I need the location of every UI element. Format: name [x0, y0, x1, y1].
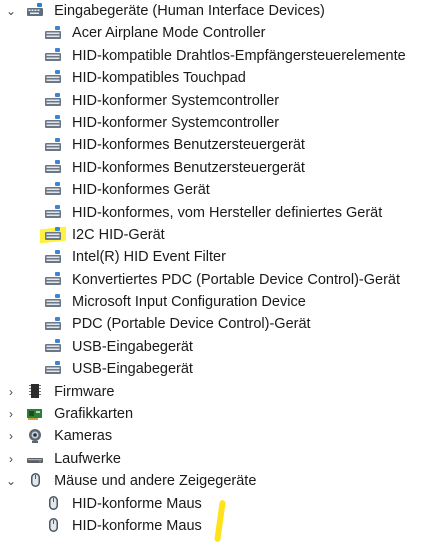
firmware-chip-icon [26, 383, 44, 399]
collapse-arrow-icon[interactable]: › [4, 425, 18, 447]
hid-device-icon [44, 47, 62, 63]
hid-device-icon [44, 159, 62, 175]
disk-drive-icon [26, 450, 44, 466]
category-disk-drives[interactable]: › Laufwerke [0, 448, 442, 470]
device-label: HID-konformer Systemcontroller [72, 92, 280, 109]
device-label: HID-kompatibles Touchpad [72, 70, 246, 87]
collapse-arrow-icon[interactable]: › [4, 381, 18, 403]
device-label: Microsoft Input Configuration Device [72, 294, 306, 311]
hid-device-icon [44, 316, 62, 332]
collapse-arrow-icon[interactable]: › [4, 403, 18, 425]
hid-device-icon [44, 92, 62, 108]
display-adapter-icon [26, 405, 44, 421]
device-label: HID-konformes Gerät [72, 182, 210, 199]
device-label: I2C HID-Gerät [72, 226, 165, 243]
category-label: Firmware [54, 383, 115, 400]
hid-device-icon [44, 69, 62, 85]
category-label: Kameras [54, 428, 113, 445]
hid-device-icon [44, 360, 62, 376]
hid-device-icon [44, 204, 62, 220]
expand-arrow-icon[interactable]: ⌄ [4, 470, 18, 492]
device-label: HID-konforme Maus [72, 517, 202, 534]
category-hid[interactable]: ⌄ Eingabegeräte (Human Interface Devices… [0, 0, 442, 22]
category-firmware[interactable]: › Firmware [0, 381, 442, 403]
hid-keyboard-icon [26, 2, 44, 18]
device-item[interactable]: Intel(R) HID Event Filter [0, 246, 442, 268]
device-label: Acer Airplane Mode Controller [72, 25, 266, 42]
hid-device-icon [44, 226, 62, 242]
hid-device-icon [44, 181, 62, 197]
hid-device-icon [44, 249, 62, 265]
device-label: HID-konformes Benutzersteuergerät [72, 137, 305, 154]
device-item[interactable]: USB-Eingabegerät [0, 358, 442, 380]
device-item-highlighted[interactable]: I2C HID-Gerät [0, 224, 442, 246]
device-label: HID-konformes Benutzersteuergerät [72, 159, 305, 176]
category-display-adapters[interactable]: › Grafikkarten [0, 403, 442, 425]
mouse-icon [26, 472, 44, 488]
device-tree: ⌄ Eingabegeräte (Human Interface Devices… [0, 0, 442, 537]
device-item[interactable]: PDC (Portable Device Control)-Gerät [0, 313, 442, 335]
device-label: Intel(R) HID Event Filter [72, 249, 226, 266]
category-label: Eingabegeräte (Human Interface Devices) [54, 3, 325, 19]
device-item[interactable]: HID-konformes Benutzersteuergerät [0, 134, 442, 156]
hid-device-icon [44, 137, 62, 153]
device-item[interactable]: HID-kompatibles Touchpad [0, 67, 442, 89]
device-label: HID-kompatible Drahtlos-Empfängersteuere… [72, 47, 406, 64]
hid-device-icon [44, 271, 62, 287]
category-label: Laufwerke [54, 450, 121, 467]
category-label: Grafikkarten [54, 406, 134, 423]
hid-device-icon [44, 293, 62, 309]
device-item[interactable]: HID-konformes Gerät [0, 179, 442, 201]
device-item[interactable]: HID-konformer Systemcontroller [0, 90, 442, 112]
expand-arrow-icon[interactable]: ⌄ [4, 0, 18, 22]
device-item[interactable]: Acer Airplane Mode Controller [0, 22, 442, 44]
device-label: Konvertiertes PDC (Portable Device Contr… [72, 271, 401, 288]
hid-device-icon [44, 25, 62, 41]
hid-device-icon [44, 338, 62, 354]
device-label: HID-konformes, vom Hersteller definierte… [72, 204, 383, 221]
category-mice[interactable]: ⌄ Mäuse und andere Zeigegeräte [0, 470, 442, 492]
mouse-icon [44, 517, 62, 533]
device-item[interactable]: HID-konformes, vom Hersteller definierte… [0, 202, 442, 224]
device-label: USB-Eingabegerät [72, 361, 193, 378]
category-label: Mäuse und andere Zeigegeräte [54, 473, 257, 490]
device-item[interactable]: USB-Eingabegerät [0, 336, 442, 358]
collapse-arrow-icon[interactable]: › [4, 448, 18, 470]
device-label: USB-Eingabegerät [72, 338, 193, 355]
device-item[interactable]: Microsoft Input Configuration Device [0, 291, 442, 313]
device-item[interactable]: HID-konformer Systemcontroller [0, 112, 442, 134]
hid-device-icon [44, 114, 62, 130]
device-item[interactable]: HID-kompatible Drahtlos-Empfängersteuere… [0, 45, 442, 67]
device-item[interactable]: Konvertiertes PDC (Portable Device Contr… [0, 269, 442, 291]
device-label: PDC (Portable Device Control)-Gerät [72, 316, 311, 333]
camera-icon [26, 428, 44, 444]
category-cameras[interactable]: › Kameras [0, 425, 442, 447]
device-label: HID-konformer Systemcontroller [72, 114, 280, 131]
device-item[interactable]: HID-konformes Benutzersteuergerät [0, 157, 442, 179]
mouse-icon [44, 495, 62, 511]
device-label: HID-konforme Maus [72, 495, 202, 512]
